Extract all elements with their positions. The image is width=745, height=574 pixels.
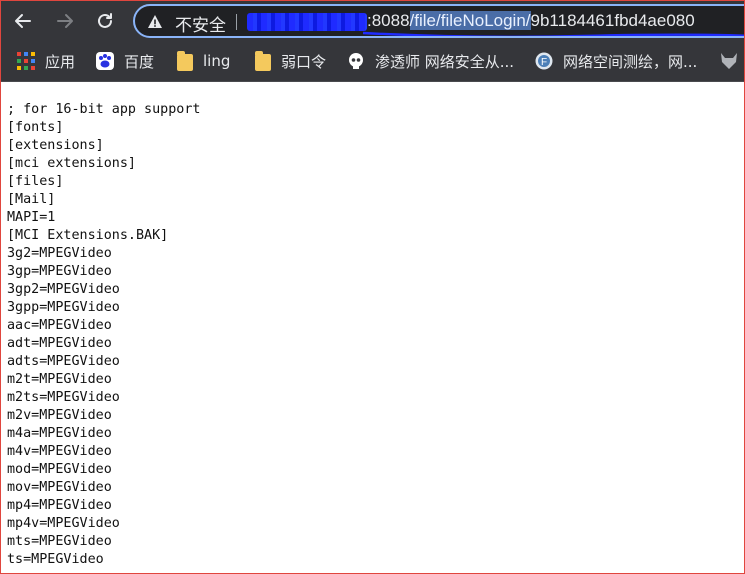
- file-line: 3g2=MPEGVideo: [7, 246, 112, 261]
- bookmark-label: 网络空间测绘，网...: [563, 52, 698, 71]
- folder-icon: [255, 50, 271, 71]
- bookmark-label: ling: [203, 52, 231, 70]
- file-line: m2t=MPEGVideo: [7, 372, 112, 387]
- url-path-highlighted: /file/fileNoLogin/: [409, 11, 531, 30]
- redaction-scribble: [363, 31, 744, 36]
- file-line: m4a=MPEGVideo: [7, 426, 112, 441]
- file-line: [MCI Extensions.BAK]: [7, 228, 169, 243]
- bookmark-apps[interactable]: 应用: [17, 49, 75, 73]
- bookmark-label: 百度: [124, 52, 155, 71]
- bookmark-baidu[interactable]: 百度: [96, 49, 154, 73]
- security-status-label[interactable]: 不安全: [175, 11, 226, 36]
- svg-text:F: F: [541, 57, 547, 68]
- redacted-host-mark: [247, 13, 367, 31]
- file-line: mts=MPEGVideo: [7, 534, 112, 549]
- bookmark-pentester[interactable]: 渗透师 网络安全从...: [347, 49, 514, 73]
- folder-icon: [177, 50, 193, 71]
- file-line: mov=MPEGVideo: [7, 480, 112, 495]
- bookmark-label: 渗透师 网络安全从...: [375, 52, 515, 71]
- reload-button[interactable]: [91, 7, 119, 35]
- url-port: :8088: [367, 11, 410, 30]
- file-line: mp4=MPEGVideo: [7, 498, 112, 513]
- file-content: ; for 16-bit app support [fonts] [extensio…: [7, 101, 744, 573]
- file-line: m4v=MPEGVideo: [7, 444, 112, 459]
- back-arrow-icon: [15, 14, 31, 28]
- file-line: [files]: [7, 174, 64, 189]
- bookmark-folder-weak-password[interactable]: 弱口令: [255, 49, 326, 73]
- address-separator: [236, 14, 237, 30]
- file-line: adts=MPEGVideo: [7, 354, 120, 369]
- file-line: [extensions]: [7, 138, 104, 153]
- file-line: [Mail]: [7, 192, 56, 207]
- bookmarks-bar: 应用 百度 ling 弱口令 渗透师 网络安全从... F 网络空间测绘，网..…: [1, 41, 744, 82]
- bookmark-fofa[interactable]: F 网络空间测绘，网...: [535, 49, 697, 73]
- file-line: adt=MPEGVideo: [7, 336, 112, 351]
- file-line: 3gpp=MPEGVideo: [7, 300, 120, 315]
- bookmark-folder-ling[interactable]: ling: [177, 49, 230, 73]
- address-bar[interactable]: 不安全 :8088/file/fileNoLogin/9b1184461fbd4…: [133, 4, 744, 38]
- file-line: ; for 16-bit app support: [7, 102, 201, 117]
- bookmark-label: 弱口令: [281, 52, 327, 71]
- apps-grid-icon: [17, 52, 35, 70]
- forward-button[interactable]: [51, 7, 79, 35]
- baidu-paw-icon: [96, 52, 114, 70]
- file-line: 3gp=MPEGVideo: [7, 264, 112, 279]
- file-line: m2ts=MPEGVideo: [7, 390, 120, 405]
- file-line: aac=MPEGVideo: [7, 318, 112, 333]
- file-line: 3gp2=MPEGVideo: [7, 282, 120, 297]
- warning-icon[interactable]: [147, 14, 163, 30]
- back-button[interactable]: [9, 7, 37, 35]
- forward-arrow-icon: [57, 14, 73, 28]
- file-line: MAPI=1: [7, 210, 56, 225]
- file-line: [mci extensions]: [7, 156, 136, 171]
- bookmark-label: 应用: [45, 52, 76, 71]
- url-tail: 9b1184461fbd4ae080: [530, 11, 695, 30]
- file-line: mp4v=MPEGVideo: [7, 516, 120, 531]
- file-line: [fonts]: [7, 120, 64, 135]
- url-text[interactable]: :8088/file/fileNoLogin/9b1184461fbd4ae08…: [367, 11, 695, 31]
- file-line: mod=MPEGVideo: [7, 462, 112, 477]
- fofa-icon: F: [535, 52, 553, 70]
- browser-toolbar: 不安全 :8088/file/fileNoLogin/9b1184461fbd4…: [1, 1, 744, 41]
- file-line: ts=MPEGVideo: [7, 552, 104, 567]
- file-line: m2v=MPEGVideo: [7, 408, 112, 423]
- reload-icon: [98, 13, 112, 28]
- skull-icon: [349, 53, 363, 69]
- browser-window: 不安全 :8088/file/fileNoLogin/9b1184461fbd4…: [0, 0, 745, 574]
- wolf-icon[interactable]: [719, 51, 739, 71]
